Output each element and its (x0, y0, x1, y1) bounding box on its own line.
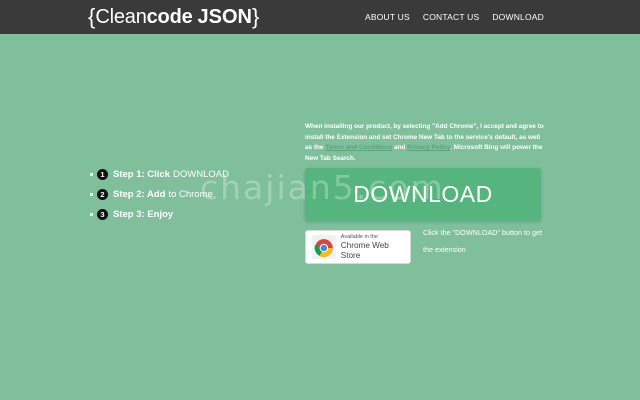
logo-code: code (146, 6, 193, 28)
disclaimer-and: and (394, 144, 406, 151)
step-number-badge: 3 (97, 208, 108, 220)
main-nav: ABOUT US CONTACT US DOWNLOAD (365, 0, 544, 34)
step-label: Step 3: Enjoy (113, 208, 174, 220)
nav-contact-us[interactable]: CONTACT US (423, 12, 479, 22)
logo-clean: Clean (95, 6, 147, 28)
download-hint: Click the "DOWNLOAD" button to get the e… (423, 228, 542, 254)
top-navbar: { Clean code JSON } ABOUT US CONTACT US … (0, 0, 640, 34)
logo-open-brace: { (88, 4, 96, 29)
step-label: Step 2: Add (113, 188, 166, 200)
install-disclaimer: When installing our product, by selectin… (305, 122, 545, 164)
badge-text: Available in the Chrome Web Store (341, 233, 410, 261)
nav-about-us[interactable]: ABOUT US (365, 12, 410, 22)
badge-available: Available in the (340, 234, 378, 240)
privacy-link[interactable]: Privacy Policy (407, 144, 450, 151)
logo-json: JSON (197, 6, 252, 28)
step-item: 3 Step 3: Enjoy (90, 204, 290, 224)
badge-store-name: Chrome Web Store (340, 241, 389, 260)
bullet-dot (90, 192, 93, 196)
watermark: chajian5.com (200, 168, 445, 207)
step-label: Step 1: Click (113, 168, 171, 180)
step-number-badge: 2 (97, 188, 108, 200)
step-number-badge: 1 (97, 168, 108, 180)
bullet-dot (90, 172, 93, 176)
logo[interactable]: { Clean code JSON } (88, 4, 259, 30)
logo-close-brace: } (251, 4, 260, 29)
terms-link[interactable]: Terms and Conditions (325, 144, 392, 151)
chrome-web-store-badge[interactable]: Available in the Chrome Web Store (305, 230, 411, 264)
bullet-dot (90, 212, 93, 216)
chrome-logo-icon (311, 235, 336, 259)
nav-download[interactable]: DOWNLOAD (492, 12, 544, 22)
